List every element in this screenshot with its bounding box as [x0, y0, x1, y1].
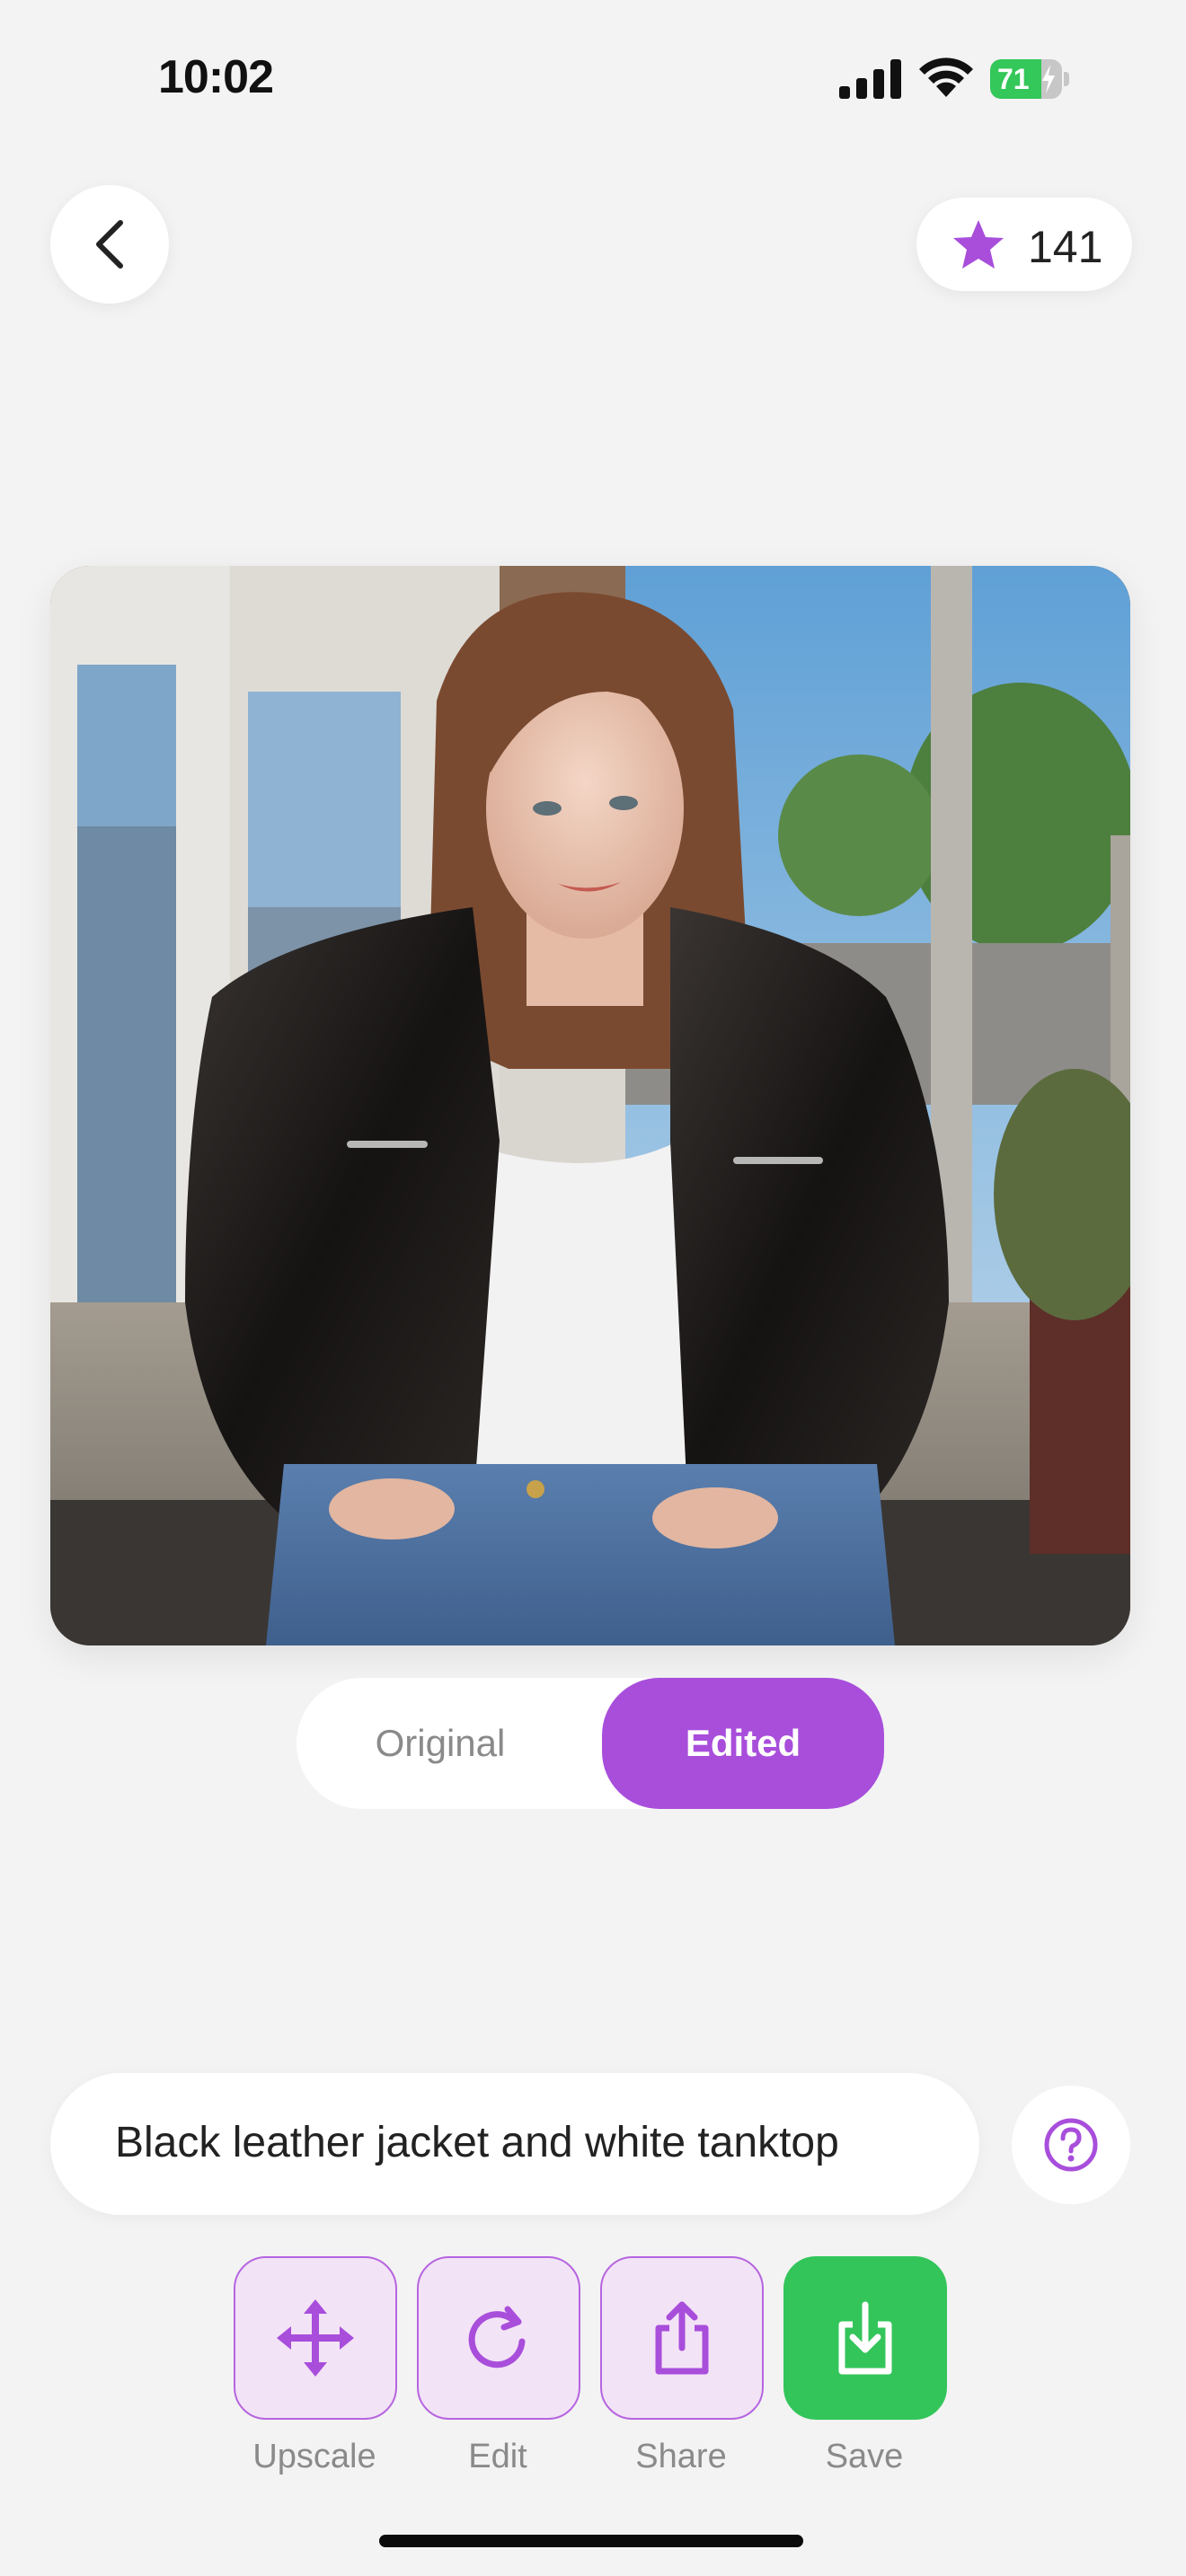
prompt-field[interactable]: Black leather jacket and white tanktop [50, 2073, 979, 2215]
edit-button[interactable] [417, 2256, 580, 2420]
home-indicator [379, 2535, 803, 2547]
question-circle-icon [1044, 2118, 1098, 2172]
credits-count: 141 [1028, 222, 1103, 272]
status-bar: 10:02 71 [0, 0, 1186, 153]
save-button[interactable] [783, 2256, 947, 2420]
save-label: Save [825, 2438, 904, 2475]
prompt-text: Black leather jacket and white tanktop [115, 2119, 839, 2166]
toggle-edited[interactable]: Edited [602, 1678, 884, 1809]
edited-photo [50, 566, 1130, 1645]
cellular-signal-icon [839, 59, 901, 99]
battery-level: 71 [997, 63, 1030, 95]
credits-badge[interactable]: 141 [916, 198, 1132, 291]
upscale-button[interactable] [234, 2256, 397, 2420]
move-arrows-icon [277, 2299, 354, 2377]
download-icon [838, 2301, 892, 2375]
save-action: Save [783, 2256, 947, 2476]
upscale-action: Upscale [234, 2256, 397, 2476]
wifi-icon [919, 57, 973, 97]
original-edited-toggle: Original Edited [296, 1678, 884, 1809]
star-icon [953, 220, 1004, 269]
photo-illustration [50, 566, 1130, 1645]
share-icon [655, 2301, 709, 2375]
upscale-label: Upscale [252, 2438, 376, 2475]
share-button[interactable] [600, 2256, 764, 2420]
edit-action: Edit [417, 2256, 580, 2476]
toggle-original[interactable]: Original [296, 1678, 584, 1809]
charging-bolt-icon [1042, 65, 1055, 93]
edit-label: Edit [468, 2438, 527, 2475]
status-time: 10:02 [158, 51, 274, 103]
battery-icon: 71 [990, 59, 1069, 99]
help-button[interactable] [1012, 2086, 1130, 2204]
back-button[interactable] [50, 185, 169, 304]
chevron-left-icon [96, 220, 123, 269]
refresh-icon [468, 2306, 526, 2369]
share-action: Share [600, 2256, 764, 2476]
share-label: Share [635, 2438, 727, 2475]
